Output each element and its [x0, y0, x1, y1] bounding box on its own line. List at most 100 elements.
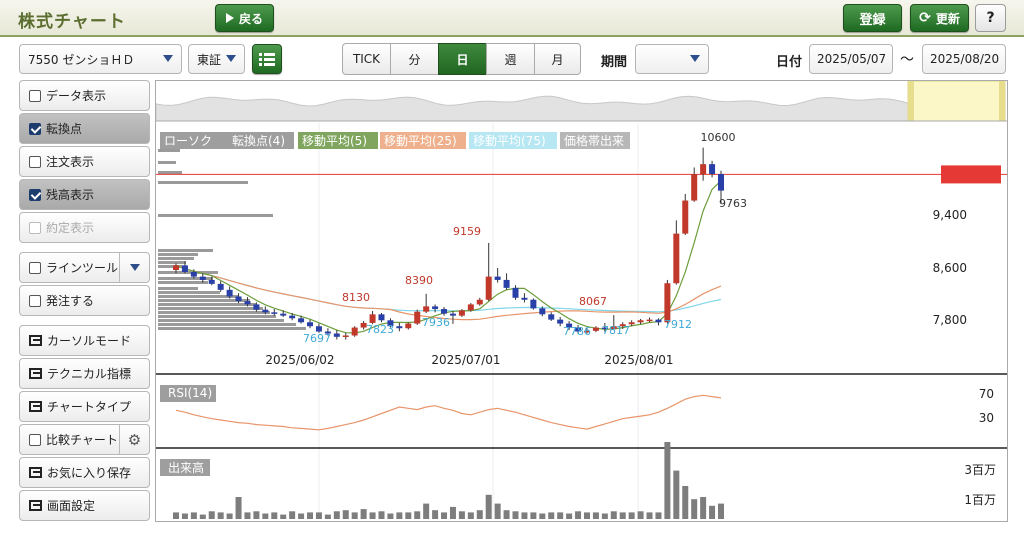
- rsi-label: RSI(14): [168, 386, 212, 400]
- line-tool-label: ラインツール: [46, 261, 119, 275]
- volume-tick-1m: 1百万: [964, 493, 996, 507]
- volume-bar: [521, 512, 528, 519]
- volume-bar: [208, 511, 215, 519]
- exchange-select[interactable]: 東証: [188, 44, 245, 74]
- volume-bar: [244, 512, 251, 519]
- execution-display-label: 約定表示: [46, 221, 95, 235]
- volume-bar: [423, 503, 430, 519]
- back-button-label: 戻る: [238, 11, 263, 26]
- volume-bar: [217, 512, 224, 519]
- chart-type-button[interactable]: チャートタイプ: [19, 391, 150, 422]
- compare-settings-button[interactable]: ⚙: [119, 425, 149, 454]
- cursor-mode-label: カーソルモード: [47, 334, 132, 348]
- save-favorite-button[interactable]: お気に入り保存: [19, 457, 150, 488]
- turning-point-toggle[interactable]: 転換点: [19, 113, 150, 144]
- volume-by-price-bar: [158, 149, 180, 152]
- interval-minute[interactable]: 分: [390, 43, 439, 75]
- chevron-down-icon: [690, 55, 700, 62]
- navigator-window: [907, 80, 1006, 122]
- volume-by-price-bar: [158, 323, 296, 326]
- candle-body: [467, 304, 474, 311]
- volume-tick-3m: 3百万: [964, 463, 996, 477]
- volume-bar: [307, 512, 314, 519]
- candle-body: [655, 319, 662, 323]
- volume-bar: [190, 512, 197, 519]
- rsi-tick-70: 70: [979, 387, 994, 401]
- interval-week[interactable]: 週: [486, 43, 535, 75]
- candle-body: [280, 313, 287, 316]
- checkbox-icon: [29, 221, 41, 234]
- candle-body: [298, 318, 305, 323]
- candle-body: [664, 283, 671, 323]
- register-button[interactable]: 登録: [843, 4, 902, 32]
- rsi-pane: [156, 385, 1007, 449]
- back-button[interactable]: 戻る: [215, 4, 274, 32]
- screen-settings-label: 画面設定: [47, 499, 96, 513]
- volume-bar: [530, 512, 537, 519]
- volume-bar: [718, 503, 724, 519]
- volume-by-price-bar: [158, 171, 182, 174]
- exchange-select-value: 東証: [197, 52, 222, 67]
- technical-button[interactable]: テクニカル指標: [19, 358, 150, 389]
- checkbox-checked-icon: [29, 188, 41, 201]
- volume-by-price-bar: [158, 253, 198, 256]
- gear-icon: ⚙: [127, 430, 142, 449]
- cursor-mode-button[interactable]: カーソルモード: [19, 325, 150, 356]
- volume-by-price-bar: [158, 303, 256, 306]
- window-icon: [29, 500, 42, 511]
- volume-bar: [449, 506, 456, 519]
- interval-day[interactable]: 日: [438, 43, 487, 75]
- stock-chart[interactable]: ローソク 転換点(4) 移動平均(5) 移動平均(25) 移動平均(75) 価格…: [155, 80, 1007, 521]
- candle-body: [521, 297, 528, 300]
- volume-bar: [557, 512, 564, 519]
- volume-by-price-bar: [158, 161, 176, 164]
- volume-bar: [610, 511, 617, 519]
- chart-panel[interactable]: ローソク 転換点(4) 移動平均(5) 移動平均(25) 移動平均(75) 価格…: [155, 80, 1008, 522]
- place-order-toggle[interactable]: 発注する: [19, 285, 150, 316]
- checkbox-icon: [29, 433, 41, 446]
- volume-bar: [494, 503, 501, 519]
- volume-pane: [160, 442, 724, 519]
- candle-body: [262, 309, 269, 313]
- date-to-input[interactable]: 2025/08/20: [922, 44, 1006, 74]
- volume-bar: [512, 511, 519, 519]
- volume-bar: [655, 512, 662, 519]
- line-tool-toggle[interactable]: ラインツール: [19, 252, 150, 283]
- line-tool-dropdown[interactable]: [119, 253, 149, 282]
- candle-body: [396, 326, 403, 329]
- checkbox-icon: [29, 261, 41, 274]
- data-display-toggle[interactable]: データ表示: [19, 80, 150, 111]
- candle-body: [458, 310, 465, 316]
- legend-volume-by-price: 価格帯出来: [564, 133, 624, 148]
- order-display-toggle[interactable]: 注文表示: [19, 146, 150, 177]
- candle-body: [530, 299, 537, 309]
- compare-chart-toggle[interactable]: 比較チャート ⚙: [19, 424, 150, 455]
- period-select[interactable]: [635, 44, 709, 74]
- date-separator: 〜: [900, 52, 914, 68]
- volume-by-price-bar: [158, 295, 238, 298]
- candle-body: [449, 313, 456, 316]
- refresh-button[interactable]: ⟳ 更新: [910, 4, 969, 32]
- chevron-down-icon: [129, 264, 140, 271]
- turning-point-7936: 7936: [422, 316, 450, 329]
- balance-display-toggle[interactable]: 残高表示: [19, 179, 150, 210]
- interval-month[interactable]: 月: [534, 43, 581, 75]
- stock-select[interactable]: 7550 ゼンショＨＤ: [19, 44, 182, 74]
- volume-bar: [664, 442, 671, 519]
- volume-bar: [601, 513, 608, 519]
- list-view-button[interactable]: [252, 44, 282, 74]
- interval-tick[interactable]: TICK: [342, 43, 391, 75]
- candle-body: [485, 276, 492, 300]
- candle-body: [307, 322, 314, 327]
- interval-minute-label: 分: [408, 52, 421, 67]
- compare-chart-label: 比較チャート: [46, 433, 118, 447]
- date-from-input[interactable]: 2025/05/07: [809, 44, 893, 74]
- screen-settings-button[interactable]: 画面設定: [19, 490, 150, 521]
- volume-bar: [476, 510, 483, 519]
- date-label-jul: 2025/07/01: [431, 353, 500, 367]
- chart-navigator[interactable]: [155, 80, 1007, 122]
- volume-bar: [396, 512, 403, 519]
- help-button[interactable]: ?: [975, 4, 1006, 32]
- candle-body: [682, 200, 689, 234]
- candle-body: [208, 279, 215, 284]
